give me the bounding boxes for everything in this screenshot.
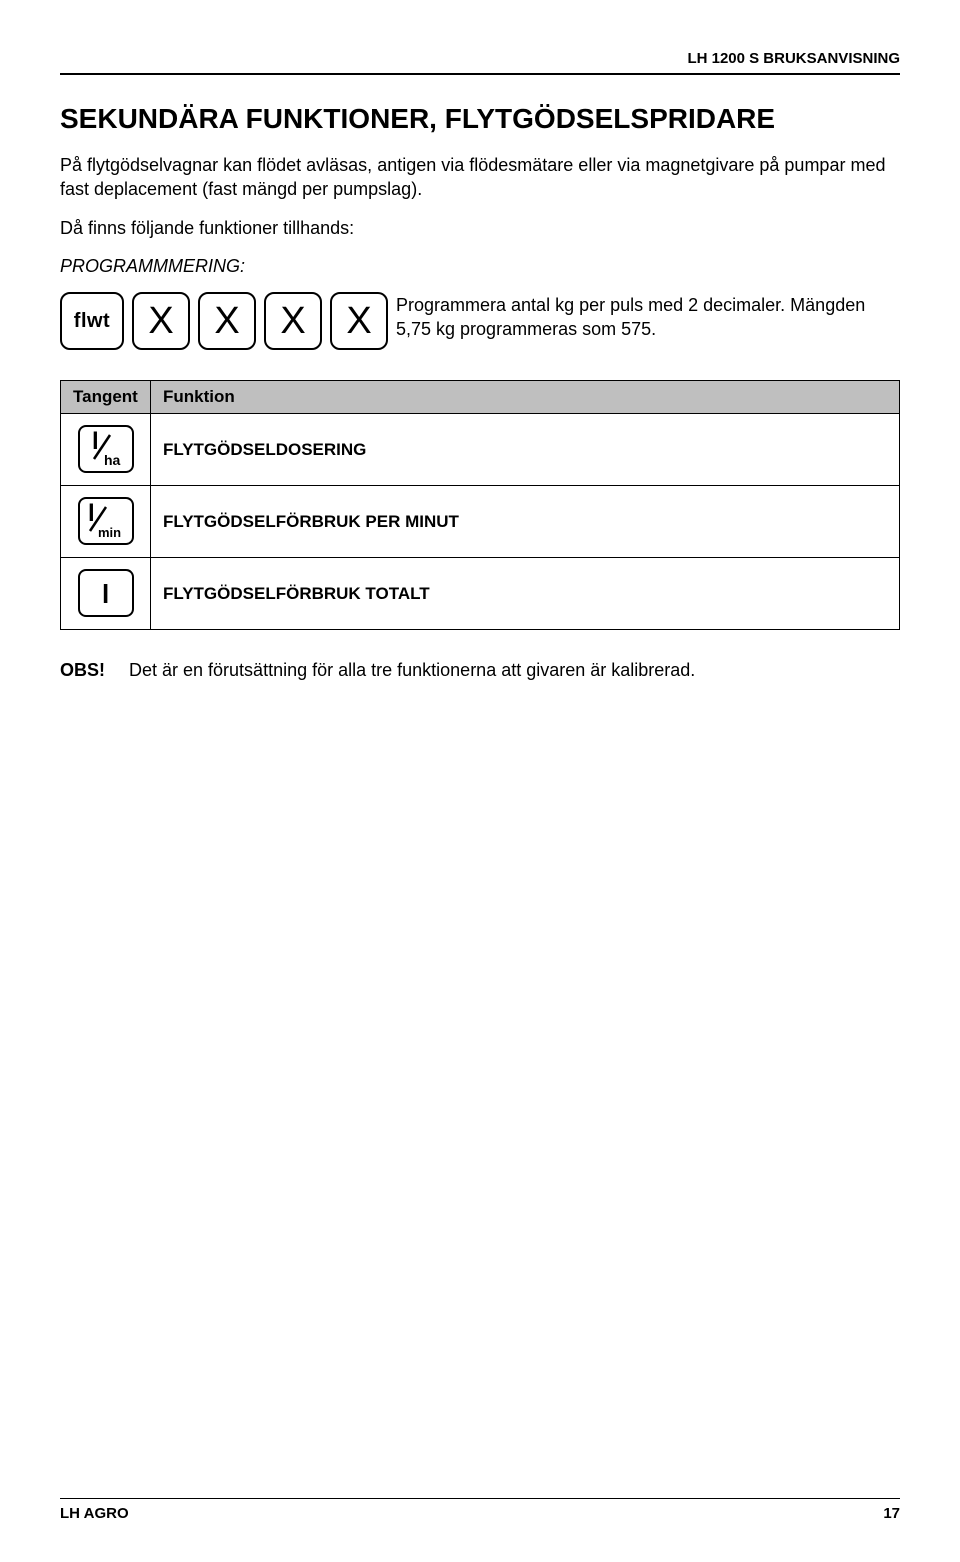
obs-text: Det är en förutsättning för alla tre fun… [129, 660, 695, 681]
obs-label: OBS! [60, 660, 105, 681]
l-icon: l [84, 573, 128, 613]
page-footer: LH AGRO 17 [60, 1498, 900, 1522]
footer-page-number: 17 [883, 1505, 900, 1522]
table-header-funktion: Funktion [151, 381, 900, 414]
programming-row: flwt X X X X Programmera antal kg per pu… [60, 292, 900, 350]
doc-header: LH 1200 S BRUKSANVISNING [60, 50, 900, 67]
key-x-4: X [330, 292, 388, 350]
key-l: l [78, 569, 134, 617]
key-l-per-ha-cell: l ha [61, 414, 151, 486]
key-x-2: X [198, 292, 256, 350]
func-desc-2: FLYTGÖDSELFÖRBRUK PER MINUT [151, 486, 900, 558]
intro-paragraph-2: Då finns följande funktioner tillhands: [60, 216, 900, 240]
programming-description: Programmera antal kg per puls med 2 deci… [396, 292, 900, 341]
intro-paragraph-1: På flytgödselvagnar kan flödet avläsas, … [60, 153, 900, 202]
key-l-per-min-cell: l min [61, 486, 151, 558]
obs-note: OBS! Det är en förutsättning för alla tr… [60, 660, 900, 681]
table-row: l FLYTGÖDSELFÖRBRUK TOTALT [61, 558, 900, 630]
svg-text:l: l [88, 501, 95, 527]
svg-text:l: l [92, 429, 99, 455]
func-desc-1: FLYTGÖDSELDOSERING [151, 414, 900, 486]
table-row: l ha FLYTGÖDSELDOSERING [61, 414, 900, 486]
key-flwt: flwt [60, 292, 124, 350]
svg-text:ha: ha [104, 452, 121, 468]
footer-left: LH AGRO [60, 1505, 129, 1522]
section-title: SEKUNDÄRA FUNKTIONER, FLYTGÖDSELSPRIDARE [60, 103, 900, 135]
key-x-3: X [264, 292, 322, 350]
l-per-ha-icon: l ha [84, 429, 128, 469]
key-l-cell: l [61, 558, 151, 630]
l-per-min-icon: l min [82, 501, 130, 541]
header-rule [60, 73, 900, 75]
func-desc-3: FLYTGÖDSELFÖRBRUK TOTALT [151, 558, 900, 630]
key-x-1: X [132, 292, 190, 350]
doc-title: LH 1200 S BRUKSANVISNING [687, 50, 900, 67]
table-header-tangent: Tangent [61, 381, 151, 414]
table-row: l min FLYTGÖDSELFÖRBRUK PER MINUT [61, 486, 900, 558]
svg-text:l: l [102, 579, 109, 609]
key-l-per-min: l min [78, 497, 134, 545]
programming-label: PROGRAMMMERING: [60, 254, 900, 278]
key-l-per-ha: l ha [78, 425, 134, 473]
svg-text:min: min [98, 525, 121, 540]
function-table: Tangent Funktion l ha FLYTGÖDSELDOSERING [60, 380, 900, 630]
